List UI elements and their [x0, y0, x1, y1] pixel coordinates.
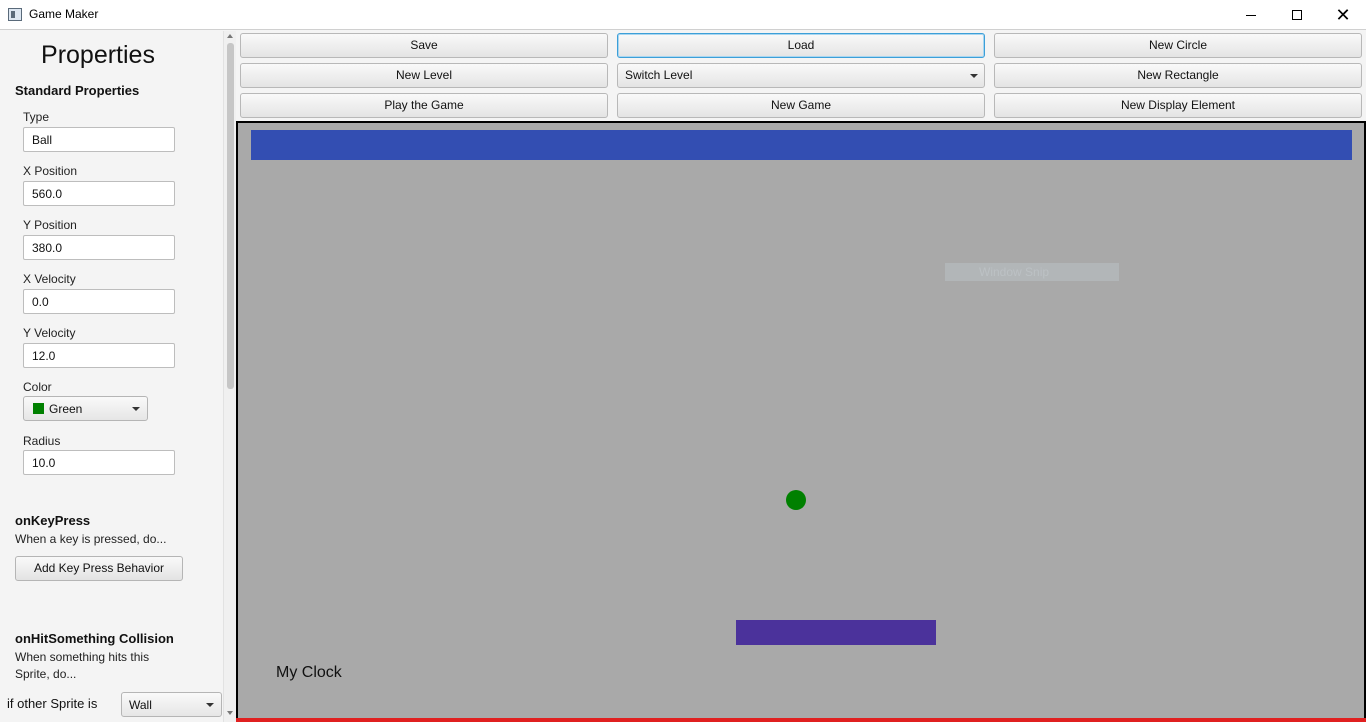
- standard-properties-heading: Standard Properties: [15, 83, 140, 98]
- scroll-up-icon[interactable]: [227, 34, 233, 38]
- play-game-button[interactable]: Play the Game: [240, 93, 608, 118]
- canvas-bottom-border: [236, 718, 1366, 722]
- other-sprite-value: Wall: [129, 698, 152, 712]
- x-position-label: X Position: [23, 164, 78, 178]
- x-velocity-field[interactable]: 0.0: [23, 289, 175, 314]
- new-game-button[interactable]: New Game: [617, 93, 985, 118]
- onhit-description-line1: When something hits this: [15, 650, 150, 664]
- paddle-sprite[interactable]: [736, 620, 936, 645]
- clock-display[interactable]: My Clock: [276, 664, 342, 682]
- color-select[interactable]: Green: [23, 396, 148, 421]
- app-icon: [8, 8, 22, 21]
- add-key-press-behavior-button[interactable]: Add Key Press Behavior: [15, 556, 183, 581]
- radius-label: Radius: [23, 434, 61, 448]
- condition-label: if other Sprite is: [7, 696, 98, 711]
- new-rectangle-button[interactable]: New Rectangle: [994, 63, 1362, 88]
- title-bar: Game Maker ✕: [0, 0, 1366, 30]
- window-title: Game Maker: [29, 7, 99, 21]
- type-field[interactable]: Ball: [23, 127, 175, 152]
- chevron-down-icon: [206, 703, 214, 707]
- maximize-button[interactable]: [1274, 0, 1320, 30]
- chevron-down-icon: [970, 74, 978, 78]
- y-velocity-label: Y Velocity: [23, 326, 76, 340]
- x-position-field[interactable]: 560.0: [23, 181, 175, 206]
- scroll-thumb[interactable]: [227, 43, 234, 389]
- save-button[interactable]: Save: [240, 33, 608, 58]
- close-icon: ✕: [1335, 5, 1351, 25]
- other-sprite-select[interactable]: Wall: [121, 692, 222, 717]
- chevron-down-icon: [132, 407, 140, 411]
- window-snip-overlay: Window Snip: [945, 263, 1119, 281]
- wall-sprite[interactable]: [251, 130, 1352, 160]
- x-velocity-label: X Velocity: [23, 272, 76, 286]
- properties-scrollbar[interactable]: [223, 31, 236, 722]
- minimize-button[interactable]: [1228, 0, 1274, 30]
- minimize-icon: [1246, 14, 1256, 16]
- switch-level-label: Switch Level: [625, 68, 693, 82]
- color-label: Color: [23, 380, 52, 394]
- onhit-heading: onHitSomething Collision: [15, 631, 174, 646]
- y-velocity-field[interactable]: 12.0: [23, 343, 175, 368]
- color-swatch: [33, 403, 44, 414]
- maximize-icon: [1292, 10, 1302, 20]
- switch-level-select[interactable]: Switch Level: [617, 63, 985, 88]
- color-value: Green: [49, 402, 83, 416]
- ball-sprite[interactable]: [786, 490, 806, 510]
- properties-panel: Properties Standard Properties Type Ball…: [0, 31, 223, 722]
- close-button[interactable]: ✕: [1320, 0, 1366, 30]
- new-display-element-button[interactable]: New Display Element: [994, 93, 1362, 118]
- type-label: Type: [23, 110, 50, 124]
- onkeypress-heading: onKeyPress: [15, 513, 91, 528]
- properties-title: Properties: [41, 41, 155, 69]
- y-position-label: Y Position: [23, 218, 77, 232]
- load-button[interactable]: Load: [617, 33, 985, 58]
- new-circle-button[interactable]: New Circle: [994, 33, 1362, 58]
- onkeypress-description: When a key is pressed, do...: [15, 532, 167, 546]
- scroll-down-icon[interactable]: [227, 711, 233, 715]
- onhit-description-line2: Sprite, do...: [15, 667, 77, 681]
- radius-field[interactable]: 10.0: [23, 450, 175, 475]
- new-level-button[interactable]: New Level: [240, 63, 608, 88]
- y-position-field[interactable]: 380.0: [23, 235, 175, 260]
- game-canvas[interactable]: Window Snip My Clock: [236, 121, 1366, 722]
